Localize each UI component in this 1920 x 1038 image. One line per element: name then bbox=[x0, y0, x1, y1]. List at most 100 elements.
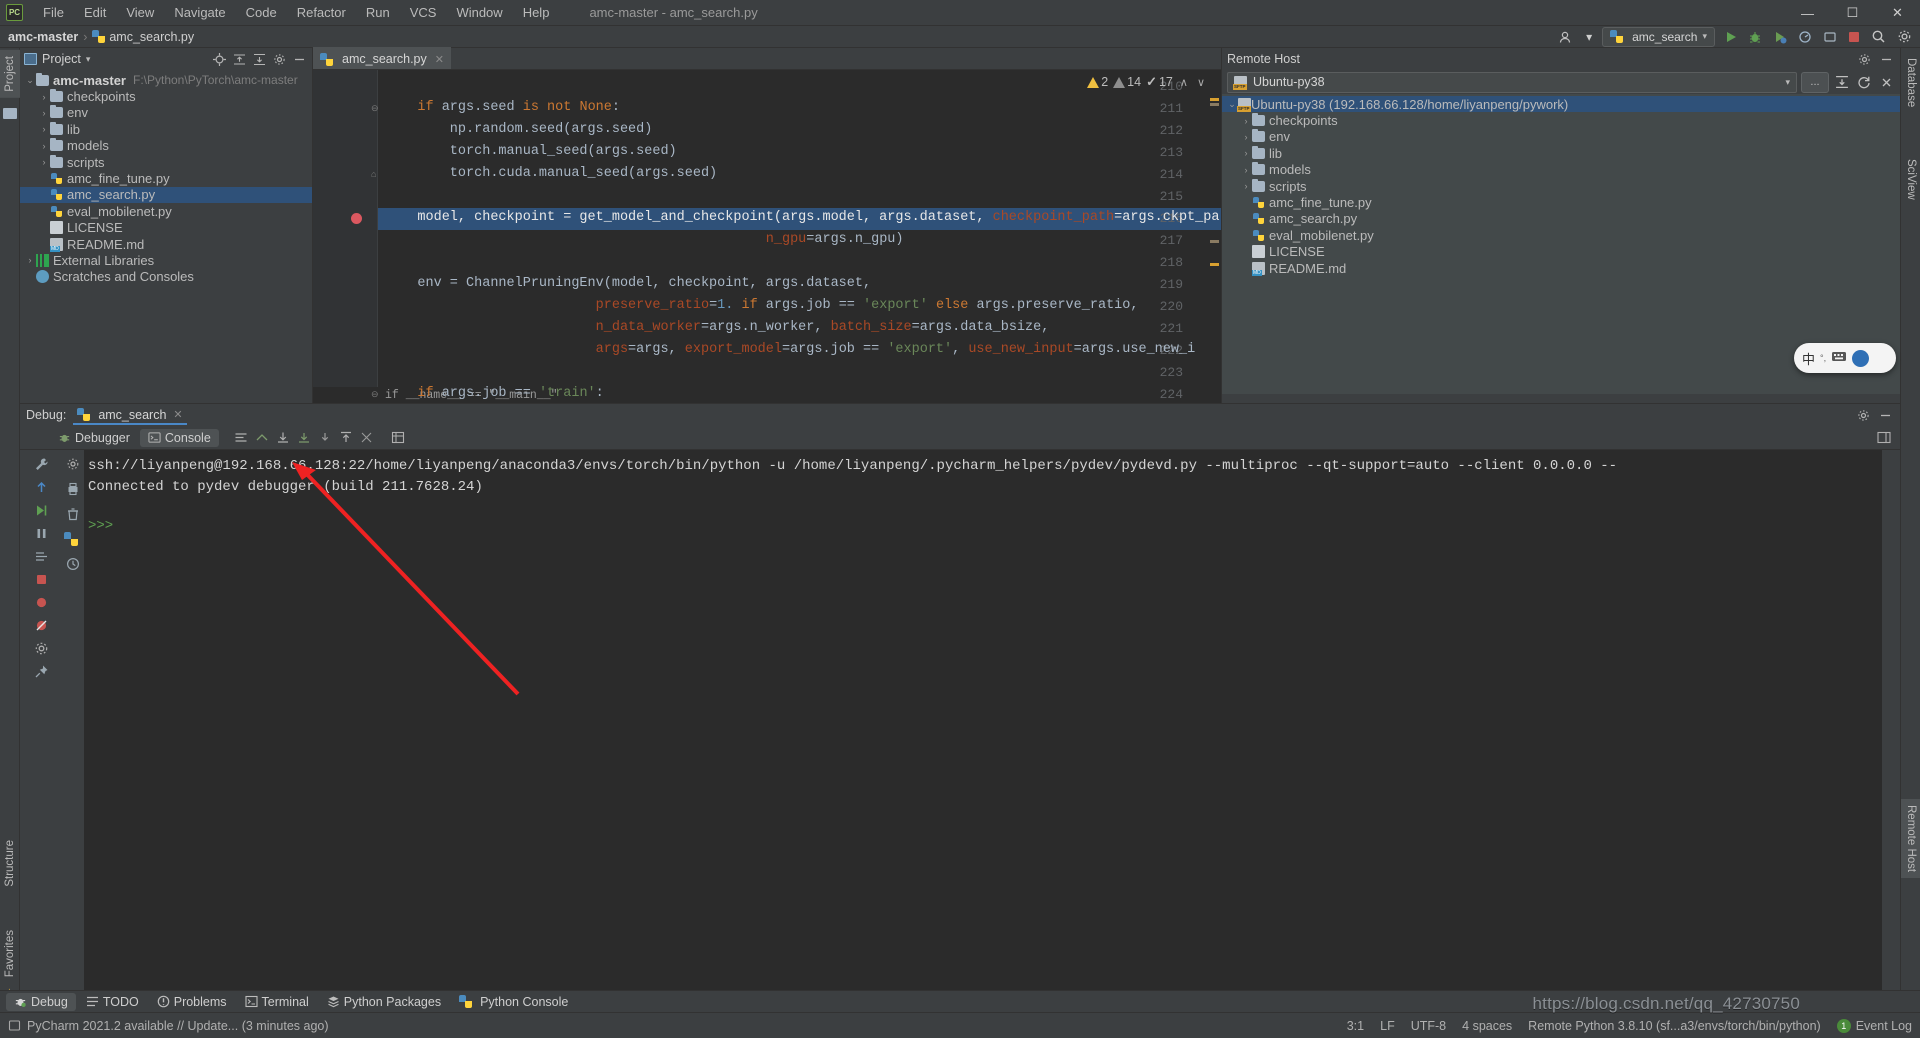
code-line[interactable]: args=args, export_model=args.job == 'exp… bbox=[385, 342, 1195, 357]
run-configuration-selector[interactable]: amc_search ▾ bbox=[1602, 27, 1715, 47]
indent-setting[interactable]: 4 spaces bbox=[1462, 1019, 1512, 1033]
bottom-item-terminal[interactable]: Terminal bbox=[237, 993, 317, 1011]
close-button[interactable]: ✕ bbox=[1875, 0, 1920, 26]
caret-position[interactable]: 3:1 bbox=[1347, 1019, 1364, 1033]
breadcrumb-file[interactable]: amc_search.py bbox=[109, 30, 194, 44]
project-tree-item-row[interactable]: ›scripts bbox=[20, 154, 312, 170]
editor-tab-amc-search[interactable]: amc_search.py ✕ bbox=[313, 47, 451, 69]
settings-icon[interactable] bbox=[1893, 27, 1916, 46]
ime-language-label[interactable]: 中 bbox=[1802, 349, 1815, 368]
chevron-down-icon[interactable]: ⌄ bbox=[24, 75, 36, 86]
remote-tree-item-row[interactable]: ›scripts bbox=[1222, 178, 1900, 194]
expand-all-icon[interactable] bbox=[230, 50, 248, 68]
clear-all-icon[interactable] bbox=[357, 428, 377, 448]
remote-tree-item-row[interactable]: ⌄Ubuntu-py38 (192.168.66.128/home/liyanp… bbox=[1222, 96, 1900, 112]
remote-tree-item-row[interactable]: ›lib bbox=[1222, 145, 1900, 161]
project-tree-item-row[interactable]: Scratches and Consoles bbox=[20, 269, 312, 285]
menu-edit[interactable]: Edit bbox=[74, 2, 116, 23]
export-icon[interactable] bbox=[273, 428, 293, 448]
remote-settings-icon[interactable] bbox=[1855, 50, 1873, 68]
code-fold-marker[interactable]: ⊖ bbox=[371, 389, 379, 400]
status-message[interactable]: PyCharm 2021.2 available // Update... (3… bbox=[27, 1019, 329, 1033]
project-tree-item-row[interactable]: ›checkpoints bbox=[20, 88, 312, 104]
view-breakpoints-icon[interactable] bbox=[31, 592, 51, 612]
ime-floating-widget[interactable]: 中 °, bbox=[1794, 343, 1896, 373]
profile-button[interactable] bbox=[1794, 27, 1816, 46]
stop-program-icon[interactable] bbox=[31, 569, 51, 589]
code-line[interactable]: np.random.seed(args.seed) bbox=[385, 122, 652, 137]
project-settings-icon[interactable] bbox=[270, 50, 288, 68]
error-stripe-weak-2[interactable] bbox=[1210, 240, 1219, 243]
maximize-button[interactable]: ☐ bbox=[1830, 0, 1875, 26]
show-execution-point-icon[interactable] bbox=[31, 546, 51, 566]
code-fold-marker[interactable]: ⊖ bbox=[371, 103, 379, 114]
bottom-item-problems[interactable]: Problems bbox=[149, 993, 235, 1011]
project-tree-item-row[interactable]: eval_mobilenet.py bbox=[20, 203, 312, 219]
pin-tab-icon[interactable] bbox=[31, 661, 51, 681]
remote-tree-item-row[interactable]: LICENSE bbox=[1222, 244, 1900, 260]
chevron-right-icon[interactable]: › bbox=[1240, 116, 1252, 126]
project-tree-item-row[interactable]: LICENSE bbox=[20, 220, 312, 236]
menu-vcs[interactable]: VCS bbox=[400, 2, 447, 23]
tool-button-remote-host[interactable]: Remote Host bbox=[1901, 799, 1920, 878]
scroll-down-icon[interactable] bbox=[294, 428, 314, 448]
code-line[interactable]: env = ChannelPruningEnv(model, checkpoin… bbox=[385, 276, 871, 291]
menu-help[interactable]: Help bbox=[513, 2, 560, 23]
remote-host-caret-icon[interactable]: ▾ bbox=[1785, 77, 1790, 88]
upload-icon[interactable] bbox=[336, 428, 356, 448]
collapse-all-icon[interactable] bbox=[250, 50, 268, 68]
tab-console[interactable]: Console bbox=[140, 429, 219, 447]
scroll-to-end-icon[interactable] bbox=[252, 428, 272, 448]
menu-code[interactable]: Code bbox=[236, 2, 287, 23]
chevron-right-icon[interactable]: › bbox=[1240, 148, 1252, 158]
run-with-coverage-button[interactable] bbox=[1769, 27, 1791, 46]
debug-button[interactable] bbox=[1744, 27, 1766, 46]
next-problem-icon[interactable]: ∨ bbox=[1195, 76, 1207, 89]
locate-icon[interactable] bbox=[210, 50, 228, 68]
soft-wrap-icon[interactable] bbox=[231, 428, 251, 448]
error-stripe-warning-2[interactable] bbox=[1210, 263, 1219, 266]
pause-program-icon[interactable] bbox=[31, 523, 51, 543]
chevron-right-icon[interactable]: › bbox=[1240, 181, 1252, 191]
console-history-icon[interactable] bbox=[63, 554, 83, 574]
menu-refactor[interactable]: Refactor bbox=[287, 2, 356, 23]
console-print-icon[interactable] bbox=[63, 479, 83, 499]
split-view-icon[interactable] bbox=[1874, 428, 1894, 448]
chevron-right-icon[interactable]: › bbox=[38, 92, 50, 102]
code-line[interactable]: torch.manual_seed(args.seed) bbox=[385, 144, 677, 159]
passed-inspections-badge[interactable]: ✓ 17 bbox=[1146, 74, 1173, 90]
tool-button-structure[interactable]: Structure bbox=[0, 834, 20, 893]
step-up-icon[interactable] bbox=[31, 477, 51, 497]
error-stripe-weak[interactable] bbox=[1210, 103, 1219, 106]
remote-host-selector[interactable]: Ubuntu-py38 ▾ bbox=[1227, 72, 1797, 93]
remote-refresh-icon[interactable] bbox=[1855, 73, 1873, 91]
editor-tab-close-icon[interactable]: ✕ bbox=[435, 53, 444, 66]
code-line[interactable]: torch.cuda.manual_seed(args.seed) bbox=[385, 166, 717, 181]
code-editor[interactable]: 2 14 ✓ 17 ∧ ∨ if __name__ == "__main__" … bbox=[313, 70, 1221, 403]
prev-problem-icon[interactable]: ∧ bbox=[1178, 76, 1190, 89]
inspection-widget[interactable]: 2 14 ✓ 17 ∧ ∨ bbox=[1087, 74, 1207, 90]
event-log-group[interactable]: 1 Event Log bbox=[1837, 1019, 1912, 1033]
remote-tree-item-row[interactable]: README.md bbox=[1222, 260, 1900, 276]
debug-session-close-icon[interactable]: ✕ bbox=[173, 408, 182, 421]
project-tree-item-row[interactable]: README.md bbox=[20, 236, 312, 252]
code-line[interactable]: n_data_worker=args.n_worker, batch_size=… bbox=[385, 320, 1049, 335]
minimize-button[interactable]: — bbox=[1785, 0, 1830, 26]
menu-run[interactable]: Run bbox=[356, 2, 400, 23]
remote-tree-item-row[interactable]: amc_fine_tune.py bbox=[1222, 194, 1900, 210]
print-table-icon[interactable] bbox=[388, 428, 408, 448]
status-message-group[interactable]: PyCharm 2021.2 available // Update... (3… bbox=[8, 1019, 329, 1033]
tool-button-favorites[interactable]: Favorites bbox=[0, 924, 20, 983]
project-panel-caret-icon[interactable]: ▾ bbox=[86, 54, 91, 65]
file-encoding[interactable]: UTF-8 bbox=[1411, 1019, 1446, 1033]
project-tree-item-row[interactable]: amc_search.py bbox=[20, 187, 312, 203]
editor-gutter[interactable] bbox=[313, 70, 378, 403]
debug-session-tab[interactable]: amc_search ✕ bbox=[73, 406, 186, 425]
console-clear-icon[interactable] bbox=[63, 504, 83, 524]
search-everywhere-icon[interactable] bbox=[1867, 27, 1890, 46]
remote-tree-item-row[interactable]: ›checkpoints bbox=[1222, 112, 1900, 128]
debug-settings-gear-icon[interactable] bbox=[31, 638, 51, 658]
bottom-item-debug[interactable]: Debug bbox=[6, 993, 76, 1011]
line-separator[interactable]: LF bbox=[1380, 1019, 1395, 1033]
debug-console-output[interactable]: ssh://liyanpeng@192.168.66.128:22/home/l… bbox=[84, 450, 1882, 1009]
